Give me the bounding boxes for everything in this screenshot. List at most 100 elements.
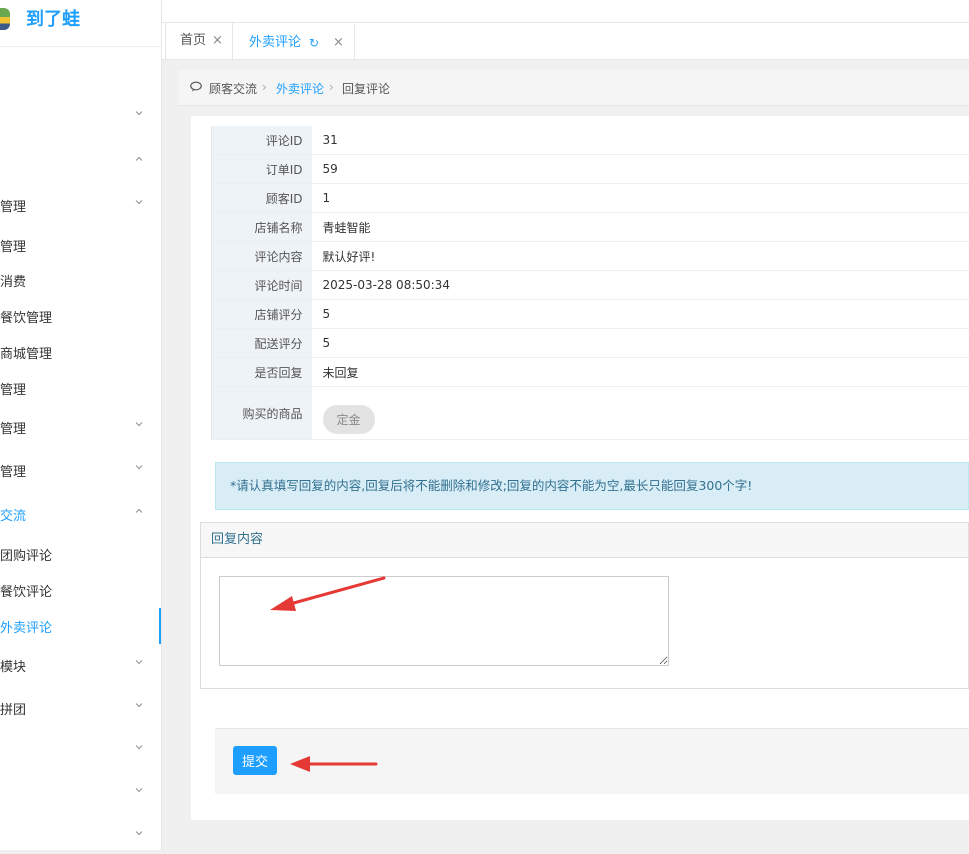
sidebar-item-label: 管理	[0, 196, 26, 215]
field-label: 评论时间	[212, 271, 312, 300]
field-label: 购买的商品	[212, 387, 312, 440]
sidebar-item-label: 餐饮评论	[0, 581, 52, 600]
field-value: 59	[312, 155, 969, 184]
brand-name: 到了蛙	[26, 5, 80, 31]
notice-alert: *请认真填写回复的内容,回复后将不能删除和修改;回复的内容不能为空,最长只能回复…	[215, 462, 969, 510]
breadcrumb-item[interactable]: 外卖评论	[276, 80, 324, 97]
sidebar-item-label: 管理	[0, 418, 26, 437]
reply-panel: 回复内容	[200, 522, 969, 689]
breadcrumb: 顾客交流 › 外卖评论 › 回复评论	[178, 70, 969, 106]
sidebar-item-label: 交流	[0, 505, 26, 524]
form-footer: 提交	[215, 728, 969, 794]
breadcrumb-item[interactable]: 顾客交流	[209, 80, 257, 97]
table-row: 配送评分5	[212, 329, 969, 358]
top-bar	[162, 0, 969, 23]
sidebar-item[interactable]	[0, 775, 161, 811]
sidebar-item-label: 管理	[0, 379, 26, 398]
tab-home[interactable]: 首页 ×	[165, 23, 233, 59]
field-value: 未回复	[312, 358, 969, 387]
sidebar-item[interactable]: 消费	[0, 262, 161, 298]
refresh-icon[interactable]: ↻	[309, 25, 319, 61]
sidebar-item-label: 团购评论	[0, 545, 52, 564]
tab-takeout-reviews[interactable]: 外卖评论 ↻ ×	[235, 23, 355, 59]
chevron-down-icon	[134, 828, 146, 840]
table-row: 评论ID31	[212, 126, 969, 155]
chevron-down-icon	[134, 742, 146, 754]
sidebar-item-label: 模块	[0, 656, 26, 675]
reply-form-card: 评论ID31订单ID59顾客ID1店铺名称青蛙智能评论内容默认好评!评论时间20…	[191, 116, 969, 820]
table-row: 评论时间2025-03-28 08:50:34	[212, 271, 969, 300]
sidebar-item[interactable]	[0, 144, 161, 180]
table-row: 店铺评分5	[212, 300, 969, 329]
sidebar-item-label: 餐饮管理	[0, 307, 52, 326]
sidebar-item[interactable]: 管理	[0, 452, 161, 488]
table-row: 订单ID59	[212, 155, 969, 184]
sidebar-item[interactable]: 商城管理	[0, 334, 161, 370]
field-value: 默认好评!	[312, 242, 969, 271]
field-value: 定金	[312, 387, 969, 440]
comment-icon	[190, 81, 202, 95]
chevron-up-icon	[134, 506, 146, 518]
chevron-down-icon	[134, 700, 146, 712]
field-label: 是否回复	[212, 358, 312, 387]
sidebar-item-label: 商城管理	[0, 343, 52, 362]
sidebar-item-label: 管理	[0, 236, 26, 255]
table-row: 评论内容默认好评!	[212, 242, 969, 271]
chevron-down-icon	[134, 419, 146, 431]
chevron-down-icon	[134, 108, 146, 120]
field-value: 31	[312, 126, 969, 155]
field-label: 店铺名称	[212, 213, 312, 242]
sidebar-item[interactable]	[0, 732, 161, 768]
field-value: 1	[312, 184, 969, 213]
field-value: 5	[312, 300, 969, 329]
sidebar-item[interactable]	[0, 56, 161, 92]
frog-logo-icon	[0, 8, 10, 30]
sidebar-item-label: 拼团	[0, 699, 26, 718]
breadcrumb-separator: ›	[329, 80, 334, 94]
breadcrumb-separator: ›	[262, 80, 267, 94]
sidebar-item-label: 消费	[0, 271, 26, 290]
reply-textarea[interactable]	[219, 576, 669, 666]
sidebar-item[interactable]: 交流	[0, 496, 161, 532]
field-label: 顾客ID	[212, 184, 312, 213]
field-label: 配送评分	[212, 329, 312, 358]
sidebar-item[interactable]: 管理	[0, 370, 161, 406]
table-row: 购买的商品 定金	[212, 387, 969, 440]
table-row: 顾客ID1	[212, 184, 969, 213]
sidebar-item[interactable]	[0, 98, 161, 134]
field-value: 2025-03-28 08:50:34	[312, 271, 969, 300]
submit-button[interactable]: 提交	[233, 746, 277, 775]
breadcrumb-current: 回复评论	[342, 80, 390, 97]
field-value: 5	[312, 329, 969, 358]
sidebar-item[interactable]: 拼团	[0, 690, 161, 726]
tab-home-label: 首页	[180, 33, 206, 48]
field-label: 订单ID	[212, 155, 312, 184]
review-details-table: 评论ID31订单ID59顾客ID1店铺名称青蛙智能评论内容默认好评!评论时间20…	[211, 126, 969, 440]
table-row: 店铺名称青蛙智能	[212, 213, 969, 242]
chevron-down-icon	[134, 657, 146, 669]
sidebar-item[interactable]: 外卖评论	[0, 608, 161, 644]
field-label: 评论ID	[212, 126, 312, 155]
sidebar-item[interactable]: 管理	[0, 227, 161, 263]
sidebar-item[interactable]: 管理	[0, 409, 161, 445]
close-icon[interactable]: ×	[333, 25, 344, 61]
field-label: 店铺评分	[212, 300, 312, 329]
field-value: 青蛙智能	[312, 213, 969, 242]
sidebar-item[interactable]: 模块	[0, 647, 161, 683]
chevron-down-icon	[134, 197, 146, 209]
goods-tag: 定金	[323, 405, 375, 434]
chevron-down-icon	[134, 785, 146, 797]
sidebar-item[interactable]: 管理	[0, 187, 161, 223]
sidebar-item[interactable]: 餐饮管理	[0, 298, 161, 334]
sidebar-item-label: 管理	[0, 461, 26, 480]
close-icon[interactable]: ×	[212, 23, 223, 59]
sidebar-item[interactable]: 团购评论	[0, 536, 161, 572]
chevron-up-icon	[134, 154, 146, 166]
sidebar-item[interactable]	[0, 818, 161, 854]
sidebar-item[interactable]: 餐饮评论	[0, 572, 161, 608]
table-row: 是否回复未回复	[212, 358, 969, 387]
logo[interactable]: 到了蛙	[0, 0, 161, 47]
chevron-down-icon	[134, 462, 146, 474]
sidebar-item-label: 外卖评论	[0, 617, 52, 636]
sidebar: 到了蛙 管理管理消费餐饮管理商城管理管理管理管理交流团购评论餐饮评论外卖评论模块…	[0, 0, 162, 850]
